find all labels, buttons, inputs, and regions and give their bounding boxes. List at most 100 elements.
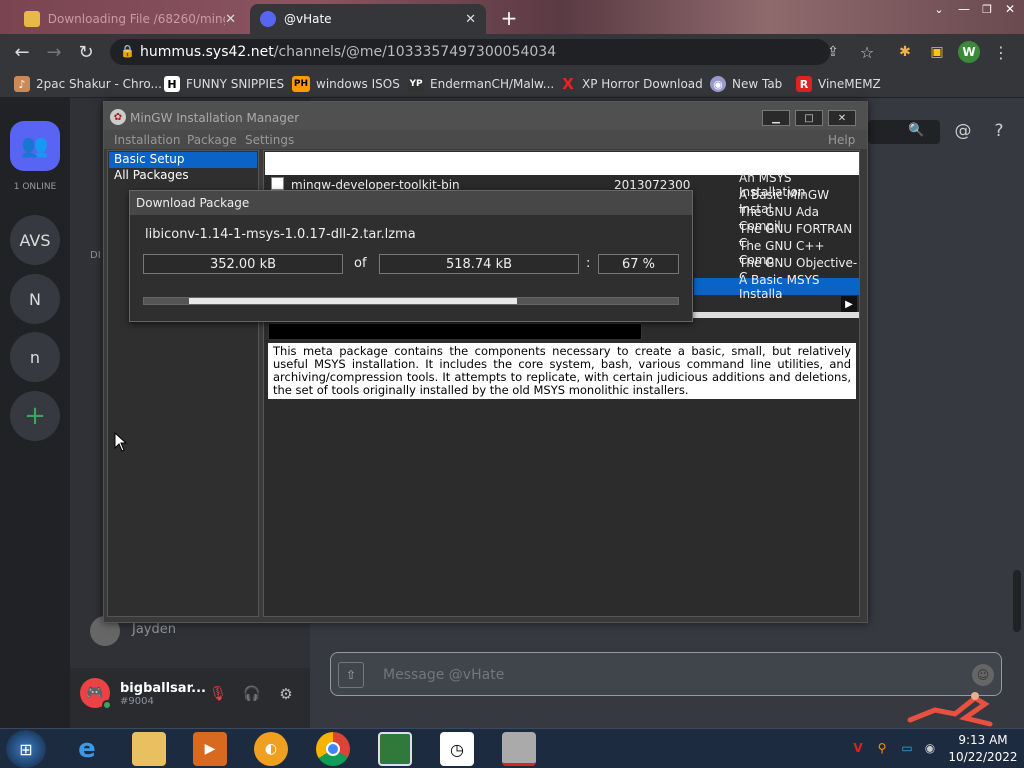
downloaded-size: 352.00 kB — [143, 254, 343, 274]
headphones-icon[interactable]: 🎧 — [238, 680, 266, 708]
mouse-cursor — [114, 431, 128, 452]
document-icon[interactable] — [378, 732, 412, 766]
uc-browser-icon[interactable]: ◐ — [254, 732, 288, 766]
tray-network-icon[interactable]: ▭ — [899, 740, 915, 756]
category-all-packages[interactable]: All Packages — [109, 168, 257, 184]
menu-settings[interactable]: Settings — [245, 133, 294, 147]
search-bar[interactable]: 🔍 — [868, 120, 940, 144]
scrollbar[interactable] — [1013, 570, 1021, 632]
tray-volume-icon[interactable]: ◉ — [922, 740, 938, 756]
clock-date[interactable]: 10/22/2022 — [944, 750, 1022, 764]
tab-vhate[interactable]: @vHate ✕ — [250, 4, 486, 34]
window-title: MinGW Installation Manager — [130, 111, 300, 125]
start-button[interactable]: ⊞ — [6, 730, 46, 768]
maximize-button[interactable]: □ — [795, 110, 823, 126]
internet-explorer-icon[interactable]: e — [70, 732, 104, 766]
bookmark-icon: YP — [408, 76, 424, 92]
detail-tabs[interactable] — [268, 323, 642, 340]
restore-browser-button[interactable]: ❐ — [976, 0, 998, 18]
bookmark-funny-snippies[interactable]: H FUNNY SNIPPIES — [164, 73, 284, 95]
clock-time[interactable]: 9:13 AM — [948, 733, 1018, 747]
bookmark-label: VineMEMZ — [818, 77, 881, 91]
dancer-gif — [905, 690, 995, 728]
close-tab-icon[interactable]: ✕ — [225, 12, 236, 27]
reload-icon[interactable]: ↻ — [74, 40, 98, 64]
menu-help[interactable]: Help — [828, 133, 855, 147]
add-server-button[interactable]: + — [10, 391, 60, 441]
tray-search-icon[interactable]: ⚲ — [874, 740, 890, 756]
online-status-dot — [102, 700, 112, 710]
package-description-text: This meta package contains the component… — [268, 343, 856, 399]
dm-header: DI — [90, 250, 101, 261]
tray-v-icon[interactable]: V — [850, 740, 866, 756]
progress-fill — [189, 298, 517, 304]
emoji-icon[interactable]: ☺ — [972, 664, 994, 686]
tab-title: @vHate — [284, 12, 332, 26]
bookmark-label: New Tab — [732, 77, 783, 91]
menu-installation[interactable]: Installation — [114, 133, 180, 147]
bookmark-xp-horror[interactable]: X XP Horror Download — [560, 73, 703, 95]
server-n-upper[interactable]: N — [10, 274, 60, 324]
clock-app-icon[interactable]: ◷ — [440, 732, 474, 766]
chrome-icon[interactable] — [316, 732, 350, 766]
search-icon: 🔍 — [908, 123, 925, 138]
profile-avatar[interactable]: W — [958, 41, 980, 63]
help-icon[interactable]: ? — [988, 120, 1010, 142]
bookmark-label: EndermanCH/Malw... — [430, 77, 555, 91]
bookmark-label: windows ISOS — [316, 77, 400, 91]
bookmark-icon: H — [164, 76, 180, 92]
menu-icon[interactable]: ⋮ — [990, 41, 1012, 63]
category-basic-setup[interactable]: Basic Setup — [109, 152, 257, 168]
description-area: This meta package contains the component… — [268, 343, 856, 403]
bookmark-2pac[interactable]: ♪ 2pac Shakur - Chro... — [14, 73, 162, 95]
online-count: 1 ONLINE — [13, 182, 57, 192]
bookmark-new-tab[interactable]: ◉ New Tab — [710, 73, 782, 95]
package-checkbox[interactable] — [271, 177, 284, 190]
percent-field: 67 % — [598, 254, 679, 274]
of-label: of — [354, 256, 367, 271]
bookmark-icon: X — [562, 75, 574, 93]
bookmark-windows-isos[interactable]: PH windows ISOS — [292, 73, 400, 95]
extensions-icon[interactable]: ✱ — [894, 41, 916, 63]
tab-downloading[interactable]: Downloading File /68260/mingw ✕ — [14, 4, 246, 34]
colon-label: : — [586, 256, 591, 271]
url-host: hummus.sys42.net — [140, 44, 274, 60]
forward-arrow-icon[interactable]: → — [42, 40, 66, 64]
star-icon[interactable]: ☆ — [856, 41, 878, 63]
message-placeholder: Message @vHate — [383, 667, 505, 683]
mingw-logo-icon: ✿ — [110, 109, 126, 125]
menu-package[interactable]: Package — [187, 133, 237, 147]
close-browser-button[interactable]: ✕ — [998, 0, 1022, 18]
tab-title: Downloading File /68260/mingw — [47, 12, 226, 26]
close-button[interactable]: ✕ — [828, 110, 856, 126]
new-tab-button[interactable]: + — [496, 6, 522, 30]
friends-icon[interactable]: 👥 — [10, 121, 60, 171]
dm-username[interactable]: Jayden — [132, 622, 176, 637]
username: bigballsar... — [120, 681, 206, 696]
globe-icon: ◉ — [710, 76, 726, 92]
upload-icon[interactable]: ⇧ — [338, 662, 364, 688]
bookmark-endermanch[interactable]: YP EndermanCH/Malw... — [408, 73, 554, 95]
minimize-button[interactable]: ▁ — [762, 110, 790, 126]
file-explorer-icon[interactable] — [132, 732, 166, 766]
server-n-lower[interactable]: n — [10, 332, 60, 382]
mention-icon[interactable]: @ — [952, 120, 974, 142]
bookmark-icon: R — [796, 76, 812, 92]
address-bar[interactable]: 🔒 hummus.sys42.net/channels/@me/103335749… — [110, 39, 830, 65]
scroll-right-icon[interactable]: ▶ — [841, 296, 857, 312]
sidebar-icon[interactable]: ▣ — [926, 41, 948, 63]
share-icon[interactable]: ⇪ — [822, 41, 844, 63]
close-tab-icon[interactable]: ✕ — [465, 12, 476, 27]
gear-icon[interactable]: ⚙ — [272, 680, 300, 708]
bookmark-vinememz[interactable]: R VineMEMZ — [796, 73, 881, 95]
chevron-down-icon[interactable]: ⌄ — [926, 0, 952, 18]
mingw-icon[interactable] — [502, 732, 536, 766]
server-avs[interactable]: AVS — [10, 215, 60, 265]
google-drive-icon — [24, 11, 40, 27]
minimize-browser-button[interactable]: — — [952, 0, 976, 18]
mute-mic-icon[interactable]: 🎙 — [204, 680, 232, 708]
progress-bar — [143, 297, 679, 305]
media-player-icon[interactable]: ▶ — [193, 732, 227, 766]
back-arrow-icon[interactable]: ← — [10, 40, 34, 64]
bookmark-label: FUNNY SNIPPIES — [186, 77, 285, 91]
